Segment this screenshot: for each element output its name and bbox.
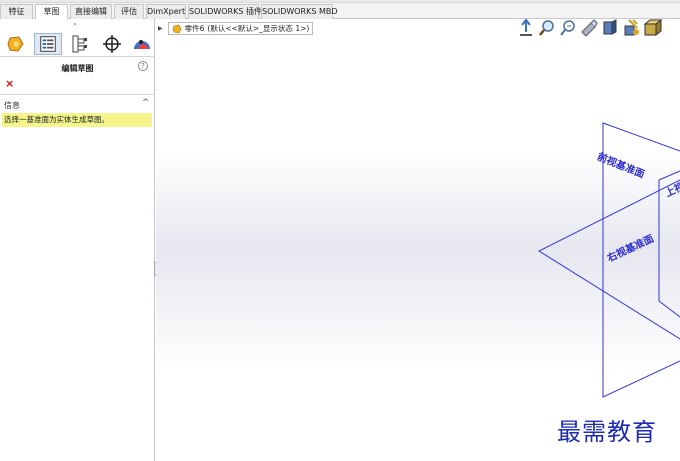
heads-up-toolbar (516, 17, 663, 41)
expand-arrow-icon[interactable]: ▶ (158, 25, 163, 32)
view-orientation-icon[interactable] (516, 17, 536, 39)
tab-solidworks-mbd[interactable]: SOLIDWORKS MBD (261, 4, 338, 19)
display-manager-icon[interactable] (128, 33, 154, 55)
property-manager-icon[interactable] (34, 33, 62, 55)
close-icon[interactable]: × (5, 77, 14, 90)
reference-planes (537, 122, 680, 398)
divider (0, 94, 155, 95)
manager-tab-strip (0, 31, 155, 57)
tab-evaluate[interactable]: 评估 (114, 4, 144, 19)
dimxpert-manager-icon[interactable] (98, 33, 126, 55)
watermark-text: 最需教育 (557, 418, 657, 446)
dynamic-annotation-icon[interactable] (621, 17, 641, 39)
zoom-area-icon[interactable] (558, 17, 578, 39)
display-style-icon[interactable] (642, 17, 663, 39)
feature-tree-flyout[interactable]: ▶ 零件6 (默认<<默认>_显示状态 1>) (158, 22, 314, 35)
info-message: 选择一基准面为实体生成草图。 (2, 113, 152, 127)
section-view-icon[interactable] (600, 17, 620, 39)
part-icon (172, 24, 181, 33)
tab-dimxpert[interactable]: DimXpert (146, 4, 186, 19)
property-manager-panel: » 编辑草图 ? × 信息 ^ 选择一基准面为实体生成草图。 (0, 19, 155, 461)
graphics-area[interactable]: 前视基准面 上视基准面 右视基准面 ▶ 零件6 (默认<<默认>_显示状态 1>… (156, 17, 680, 461)
info-header: 信息 (4, 101, 20, 110)
zoom-to-fit-icon[interactable] (537, 17, 557, 39)
top-border (0, 0, 680, 3)
tab-features[interactable]: 特征 (0, 4, 33, 19)
previous-view-icon[interactable] (579, 17, 599, 39)
configuration-manager-icon[interactable] (66, 33, 94, 55)
help-icon[interactable]: ? (138, 61, 148, 71)
part-config: (默认<<默认>_显示状态 1>) (207, 24, 310, 33)
collapse-chevron-icon[interactable]: ^ (142, 98, 150, 108)
part-node[interactable]: 零件6 (默认<<默认>_显示状态 1>) (167, 22, 314, 35)
tab-direct-edit[interactable]: 直接编辑 (70, 4, 112, 19)
solidworks-window: 特征 草图 直接编辑 评估 DimXpert SOLIDWORKS 插件 SOL… (0, 0, 680, 461)
panel-expand-marker[interactable]: » (73, 21, 77, 28)
panel-title: 编辑草图 (61, 64, 94, 73)
part-name: 零件6 (184, 24, 205, 33)
tab-solidworks-addins[interactable]: SOLIDWORKS 插件 (188, 4, 262, 19)
tab-sketch[interactable]: 草图 (35, 4, 68, 20)
feature-manager-icon[interactable] (2, 33, 30, 55)
